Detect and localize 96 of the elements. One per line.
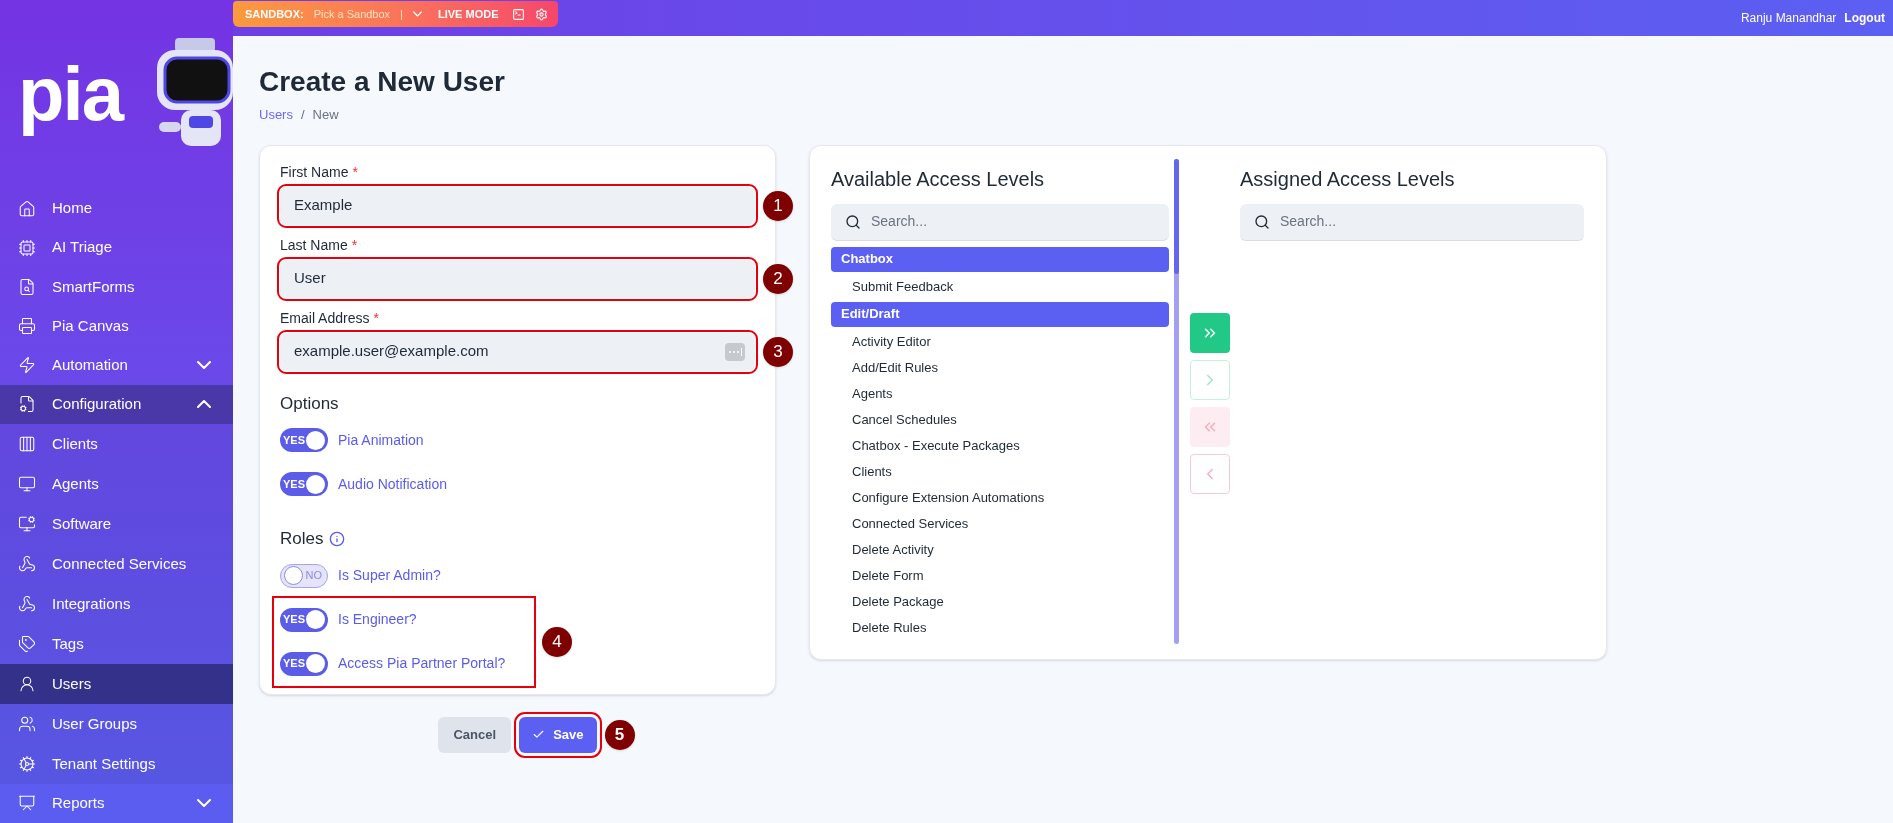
list-item[interactable]: Activity Editor: [831, 328, 1169, 355]
chevron-down-icon[interactable]: [412, 11, 422, 17]
sidebar-item[interactable]: AI Triage: [0, 228, 233, 268]
nav-icon: [18, 434, 36, 453]
toggle-label: Is Engineer?: [338, 610, 417, 629]
breadcrumb-current: New: [312, 106, 339, 124]
nav-icon: [18, 554, 36, 573]
list-item[interactable]: Clients: [831, 458, 1169, 485]
field-label: Last Name: [280, 235, 348, 255]
chevron-down-icon: [197, 361, 211, 370]
callout-number: 4: [542, 626, 572, 657]
breadcrumb-separator: /: [300, 106, 305, 124]
search-field[interactable]: Search...: [1240, 203, 1584, 241]
section-title: Options: [280, 392, 340, 415]
required-mark: *: [352, 162, 358, 182]
nav-icon: [18, 674, 36, 693]
nav-icon: [18, 594, 36, 613]
sidebar-item[interactable]: Users: [0, 663, 233, 704]
nav-icon: [18, 199, 36, 218]
list-item[interactable]: Configure Extension Automations: [831, 484, 1169, 511]
sidebar-item[interactable]: Software: [0, 503, 233, 544]
list-item[interactable]: Agents: [831, 380, 1169, 407]
nav-icon: [18, 794, 36, 813]
scrollbar[interactable]: [1174, 158, 1179, 644]
sandbox-label: SANDBOX:: [245, 6, 304, 22]
logout-link[interactable]: Logout: [1844, 9, 1885, 27]
nav-icon: [18, 754, 36, 773]
callout-number: 2: [763, 263, 793, 294]
nav-icon: [18, 474, 36, 493]
sidebar-item[interactable]: Home: [0, 188, 233, 229]
list-item[interactable]: Delete Package: [831, 588, 1169, 615]
settings-icon[interactable]: [535, 7, 549, 21]
panel-title: Available Access Levels: [831, 166, 1046, 192]
callout-number: 5: [604, 719, 635, 750]
page-title: Create a New User: [259, 65, 506, 99]
sidebar-item[interactable]: Configuration: [0, 384, 233, 424]
sidebar-item[interactable]: Pia Canvas: [0, 306, 233, 346]
nav-icon: [18, 714, 36, 733]
toggle-label: Pia Animation: [338, 430, 424, 450]
nav-icon: [18, 395, 36, 414]
toggle-switch[interactable]: YES: [280, 607, 328, 632]
list-item[interactable]: Connected Services: [831, 510, 1169, 537]
nav-icon: [18, 316, 36, 335]
nav-icon: [18, 356, 36, 375]
sidebar-item[interactable]: Integrations: [0, 583, 233, 624]
terminal-icon[interactable]: [512, 7, 526, 21]
field-label: Email Address: [280, 308, 370, 328]
sidebar-item[interactable]: Tenant Settings: [0, 743, 233, 784]
nav-icon: [18, 514, 36, 533]
required-mark: *: [373, 308, 379, 328]
nav-icon: [18, 634, 36, 653]
toggle-switch[interactable]: YES: [280, 428, 328, 452]
sidebar-item[interactable]: Reports: [0, 783, 233, 823]
group-header[interactable]: Chatbox: [831, 246, 1169, 272]
callout-number: 1: [763, 190, 793, 221]
chevron-up-icon: [197, 400, 211, 409]
chevron-down-icon: [197, 799, 211, 808]
group-header[interactable]: Edit/Draft: [831, 301, 1169, 327]
check-icon: [532, 728, 546, 741]
transfer-button[interactable]: [1190, 312, 1230, 353]
nav-icon: [18, 238, 36, 257]
sidebar-item[interactable]: Tags: [0, 623, 233, 664]
info-icon[interactable]: [329, 530, 346, 547]
toggle-label: Audio Notification: [338, 474, 447, 494]
sidebar-item[interactable]: Agents: [0, 463, 233, 504]
toggle-switch[interactable]: YES: [280, 651, 328, 676]
section-title: Roles: [280, 528, 324, 550]
search-icon: [1254, 213, 1270, 230]
toggle-label: Is Super Admin?: [338, 566, 441, 585]
sidebar-item[interactable]: Clients: [0, 423, 233, 464]
breadcrumb-link[interactable]: Users: [259, 105, 293, 125]
callout-number: 3: [763, 336, 793, 367]
toggle-label: Access Pia Partner Portal?: [338, 654, 506, 673]
sidebar-item[interactable]: SmartForms: [0, 267, 233, 307]
sidebar-item[interactable]: Connected Services: [0, 543, 233, 584]
field-label: First Name: [280, 162, 349, 182]
list-item[interactable]: Add/Edit Rules: [831, 354, 1169, 381]
sidebar-item[interactable]: Automation: [0, 345, 233, 385]
search-icon: [845, 213, 861, 230]
required-mark: *: [351, 235, 358, 255]
list-item[interactable]: Cancel Schedules: [831, 406, 1169, 433]
list-item[interactable]: Chatbox - Execute Packages: [831, 432, 1169, 459]
cancel-button[interactable]: Cancel: [438, 716, 512, 753]
list-item[interactable]: Delete Rules: [831, 614, 1169, 641]
autofill-icon[interactable]: [725, 342, 745, 361]
nav-icon: [18, 277, 36, 296]
sidebar-item[interactable]: User Groups: [0, 703, 233, 744]
toggle-switch[interactable]: YES: [280, 472, 328, 496]
mode-label: LIVE MODE: [437, 6, 499, 22]
list-item[interactable]: Delete Form: [831, 562, 1169, 589]
separator: |: [400, 6, 403, 22]
panel-title: Assigned Access Levels: [1240, 166, 1456, 192]
list-item[interactable]: Submit Feedback: [831, 273, 1169, 300]
user-name: Ranju Manandhar: [1740, 10, 1837, 27]
list-item[interactable]: Delete Activity: [831, 536, 1169, 563]
search-field[interactable]: Search...: [831, 203, 1169, 241]
